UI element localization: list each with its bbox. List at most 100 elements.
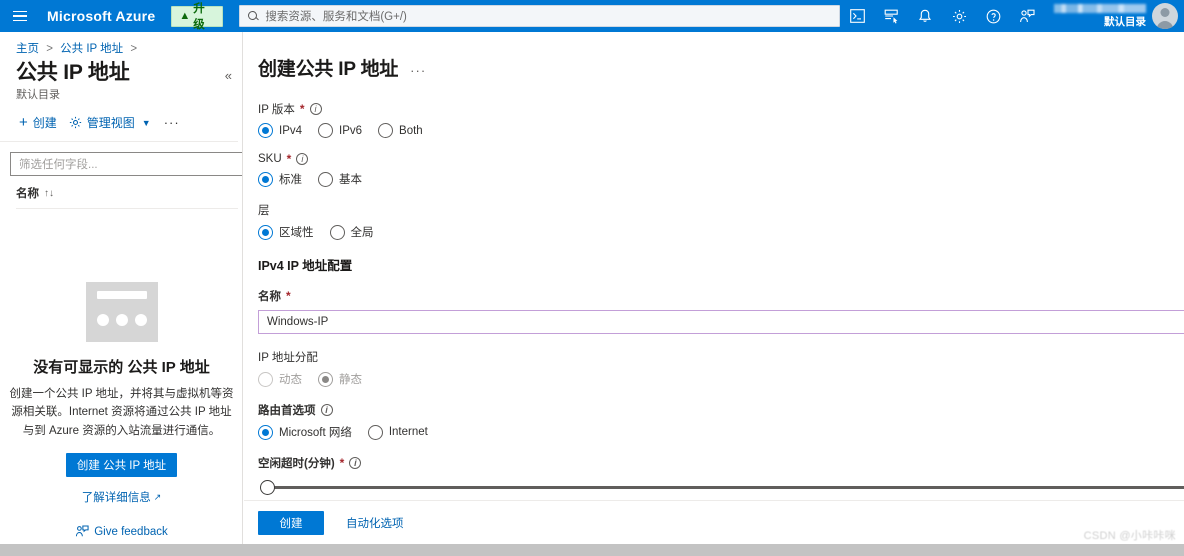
radio-routing-internet[interactable]: Internet: [367, 424, 428, 440]
routing-preference-radio-group: Microsoft 网络 Internet: [258, 424, 1184, 440]
info-icon[interactable]: i: [296, 153, 309, 165]
radio-label: Both: [399, 124, 423, 137]
create-button[interactable]: 创建: [258, 510, 324, 535]
create-command-label: 创建: [32, 116, 57, 131]
gear-icon: [69, 117, 81, 129]
automation-options-link[interactable]: 自动化选项: [346, 515, 404, 531]
chevron-down-icon: ▼: [141, 117, 151, 128]
collapse-blade-icon[interactable]: «: [225, 60, 232, 83]
external-link-icon: ↗: [153, 491, 162, 502]
create-public-ip-button[interactable]: 创建 公共 IP 地址: [65, 453, 178, 478]
learn-more-link[interactable]: 了解详细信息 ↗: [82, 489, 162, 505]
radio-dot: [318, 171, 333, 187]
breadcrumb-item-public-ip[interactable]: 公共 IP 地址: [60, 43, 123, 55]
radio-dot: [258, 123, 273, 138]
filter-input[interactable]: 筛选任何字段...: [10, 152, 242, 177]
page-subtitle: 默认目录: [16, 89, 60, 102]
notifications-bell-icon[interactable]: [908, 0, 942, 32]
bottom-strip: [0, 544, 1184, 556]
idle-timeout-label-row: 空闲超时(分钟) * i: [258, 455, 1184, 471]
column-header-name[interactable]: 名称 ↑↓: [16, 185, 238, 210]
watermark: CSDN @小咔咔咪: [1083, 530, 1176, 542]
radio-tier-global[interactable]: 全局: [329, 224, 374, 240]
global-top-bar: Microsoft Azure ▲ 升级 搜索资源、服务和文档(G+/) 默认目…: [0, 0, 1184, 32]
plus-icon: +: [19, 114, 28, 132]
field-ip-assignment: IP 地址分配 动态 静态: [258, 349, 1184, 387]
ip-version-radio-group: IPv4 IPv6 Both: [258, 123, 1184, 138]
idle-timeout-slider[interactable]: [258, 477, 1184, 497]
field-sku: SKU * i 标准 基本: [258, 153, 1184, 187]
person-feedback-icon: [76, 525, 89, 537]
breadcrumb: 主页 > 公共 IP 地址 >: [0, 32, 242, 56]
radio-tier-regional[interactable]: 区域性: [258, 224, 314, 240]
radio-dot: [329, 224, 345, 240]
radio-dot: [258, 171, 273, 187]
radio-sku-standard[interactable]: 标准: [258, 171, 302, 187]
radio-label: IPv4: [279, 124, 303, 137]
hamburger-icon[interactable]: [0, 0, 39, 32]
radio-label: 动态: [279, 374, 302, 386]
give-feedback-label: Give feedback: [94, 525, 168, 538]
radio-label: 静态: [339, 374, 362, 386]
radio-ip-version-ipv6[interactable]: IPv6: [318, 123, 362, 138]
cloud-shell-icon[interactable]: [840, 0, 874, 32]
feedback-icon[interactable]: [1010, 0, 1044, 32]
ip-assignment-radio-group: 动态 静态: [258, 371, 1184, 387]
illustration-dots: [96, 314, 147, 326]
radio-label: Microsoft 网络: [279, 427, 352, 439]
tier-radio-group: 区域性 全局: [258, 224, 1184, 240]
create-public-ip-panel: 创建公共 IP 地址 ··· IP 版本 * i IPv4 IPv6 Both …: [244, 32, 1184, 556]
avatar[interactable]: [1152, 3, 1178, 29]
name-input-value: Windows-IP: [267, 316, 329, 328]
radio-dot: [318, 371, 333, 387]
info-icon[interactable]: i: [349, 457, 362, 469]
help-question-icon[interactable]: [976, 0, 1010, 32]
field-idle-timeout: 空闲超时(分钟) * i: [258, 455, 1184, 497]
give-feedback-link[interactable]: Give feedback: [0, 525, 242, 538]
manage-view-label: 管理视图: [86, 116, 135, 131]
radio-dot: [318, 123, 334, 138]
account-name-blurred: [1054, 3, 1146, 13]
create-command[interactable]: + 创建: [14, 112, 62, 133]
ip-version-label-row: IP 版本 * i: [258, 101, 1184, 117]
radio-ip-assignment-static: 静态: [318, 371, 362, 387]
arrow-up-circle-icon: ▲: [179, 9, 191, 22]
required-marker: *: [339, 456, 345, 470]
ip-assignment-label: IP 地址分配: [258, 352, 318, 364]
radio-ip-version-both[interactable]: Both: [378, 123, 423, 138]
sku-label: SKU: [258, 153, 282, 165]
required-marker: *: [299, 102, 305, 116]
info-icon[interactable]: i: [320, 404, 333, 416]
radio-routing-microsoft-network[interactable]: Microsoft 网络: [258, 424, 352, 440]
routing-preference-label-row: 路由首选项 i: [258, 402, 1184, 418]
radio-sku-basic[interactable]: 基本: [318, 171, 362, 187]
empty-state-illustration-icon: [85, 282, 158, 342]
search-icon: [248, 10, 259, 22]
required-marker: *: [286, 152, 292, 166]
upgrade-button[interactable]: ▲ 升级: [171, 3, 224, 31]
slider-thumb[interactable]: [260, 479, 275, 495]
breadcrumb-separator-2: >: [130, 43, 138, 55]
radio-ip-version-ipv4[interactable]: IPv4: [258, 123, 302, 138]
more-commands-icon[interactable]: ···: [158, 115, 186, 130]
radio-label: 基本: [339, 174, 362, 186]
public-ip-list-blade: 主页 > 公共 IP 地址 > 公共 IP 地址 « 默认目录 + 创建 管理视…: [0, 32, 243, 556]
azure-brand-label[interactable]: Microsoft Azure: [47, 8, 155, 24]
name-input[interactable]: Windows-IP: [258, 310, 1184, 334]
field-ip-version: IP 版本 * i IPv4 IPv6 Both: [258, 101, 1184, 138]
breadcrumb-separator: >: [46, 43, 53, 55]
breadcrumb-item-home[interactable]: 主页: [16, 43, 39, 55]
manage-view-command[interactable]: 管理视图 ▼: [64, 112, 156, 133]
account-menu[interactable]: 默认目录: [1044, 0, 1184, 32]
global-search-input[interactable]: 搜索资源、服务和文档(G+/): [239, 5, 840, 27]
learn-more-label: 了解详细信息: [81, 492, 151, 505]
ip-version-label: IP 版本: [258, 104, 295, 116]
radio-ip-assignment-dynamic: 动态: [258, 371, 302, 387]
info-icon[interactable]: i: [309, 103, 322, 115]
name-label: 名称: [258, 291, 281, 303]
field-routing-preference: 路由首选项 i Microsoft 网络 Internet: [258, 402, 1184, 440]
panel-more-icon[interactable]: ···: [410, 57, 426, 78]
settings-gear-icon[interactable]: [942, 0, 976, 32]
slider-track: [266, 485, 1184, 489]
directories-filter-icon[interactable]: [874, 0, 908, 32]
